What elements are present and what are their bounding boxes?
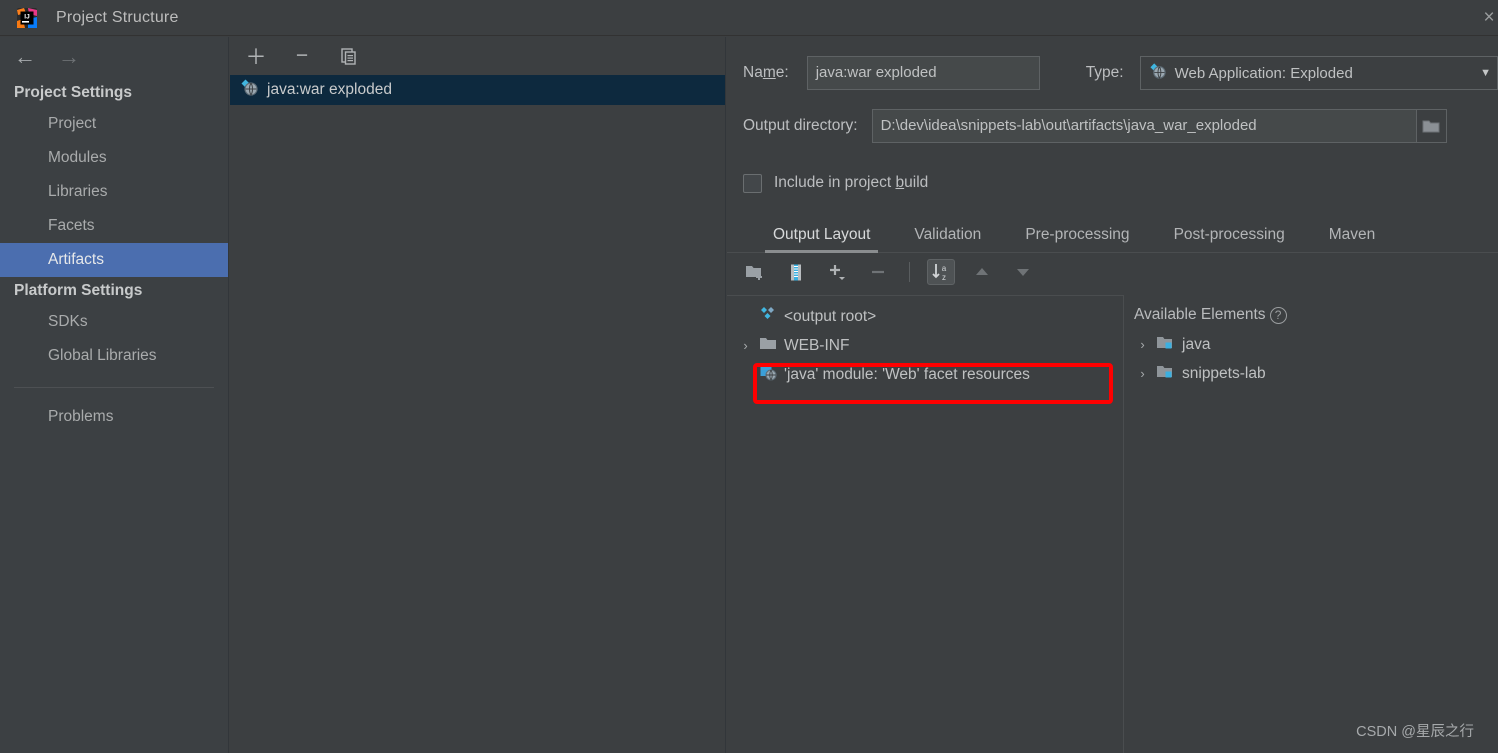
plus-dropdown-icon[interactable]: [823, 259, 851, 285]
tree-row-label: WEB-INF: [784, 336, 850, 354]
artifact-tabs: Output Layout Validation Pre-processing …: [727, 217, 1498, 253]
tree-row-label: snippets-lab: [1182, 364, 1266, 382]
sidebar-item-libraries[interactable]: Libraries: [0, 175, 228, 209]
artifact-type-select[interactable]: Web Application: Exploded ▼: [1139, 56, 1498, 90]
tab-maven[interactable]: Maven: [1307, 226, 1398, 252]
new-folder-icon[interactable]: [741, 259, 769, 285]
module-icon: [1156, 334, 1175, 356]
tree-row[interactable]: › WEB-INF: [727, 331, 1123, 360]
chevron-right-icon[interactable]: ›: [1136, 337, 1149, 352]
include-in-project-build-label: Include in project build: [774, 174, 929, 191]
chevron-right-icon[interactable]: ›: [1136, 366, 1149, 381]
chevron-right-icon[interactable]: ›: [739, 338, 752, 353]
available-elements-title: Available Elements ?: [1124, 295, 1498, 324]
tree-row[interactable]: › <output root>: [727, 302, 1123, 331]
watermark: CSDN @星辰之行: [1356, 724, 1474, 740]
sort-az-icon[interactable]: a z: [927, 259, 955, 285]
close-icon[interactable]: ×: [1474, 8, 1498, 28]
chevron-right-icon: ›: [739, 309, 752, 324]
sidebar-item-sdks[interactable]: SDKs: [0, 305, 228, 339]
tree-row[interactable]: › java: [1124, 330, 1498, 359]
svg-text:IJ: IJ: [24, 13, 30, 20]
web-application-icon: [1149, 62, 1167, 84]
artifact-type-value: Web Application: Exploded: [1174, 64, 1353, 82]
window-title: Project Structure: [56, 8, 179, 26]
add-artifact-button[interactable]: ＋: [242, 43, 270, 69]
svg-text:z: z: [942, 273, 946, 282]
tree-row[interactable]: › snippets-lab: [1124, 359, 1498, 388]
settings-sidebar: ← → Project Settings Project Modules Lib…: [0, 37, 229, 753]
tree-row-label: <output root>: [784, 307, 877, 325]
forward-arrow-icon[interactable]: →: [56, 45, 82, 71]
sidebar-item-modules[interactable]: Modules: [0, 141, 228, 175]
minus-icon: [864, 259, 892, 285]
name-label: Name:: [743, 64, 789, 81]
sidebar-nav: ← →: [0, 37, 228, 79]
available-elements-label: Available Elements: [1134, 306, 1266, 323]
output-layout-tree: › <output root> › WEB-INF: [727, 295, 1123, 753]
arrow-down-icon: [1009, 259, 1037, 285]
list-item[interactable]: java:war exploded: [230, 75, 725, 105]
tab-pre-processing[interactable]: Pre-processing: [1003, 226, 1151, 252]
folder-icon: [759, 335, 777, 356]
sidebar-item-project[interactable]: Project: [0, 107, 228, 141]
sidebar-divider: [14, 387, 214, 388]
artifacts-list-panel: ＋ − java:war exploded: [230, 37, 726, 753]
tree-row-label: java: [1182, 335, 1211, 353]
window-titlebar: IJ Project Structure ×: [0, 0, 1498, 36]
sidebar-item-global-libraries[interactable]: Global Libraries: [0, 339, 228, 373]
type-label: Type:: [1085, 64, 1124, 81]
tab-post-processing[interactable]: Post-processing: [1152, 226, 1307, 252]
artifact-root-icon: [759, 305, 777, 328]
artifact-detail-panel: Name: java:war exploded Type: Web Applic…: [727, 37, 1498, 753]
toolbar-divider: [909, 262, 910, 282]
chevron-down-icon[interactable]: ▼: [1480, 67, 1491, 79]
output-directory-input[interactable]: D:\dev\idea\snippets-lab\out\artifacts\j…: [871, 109, 1417, 143]
chevron-right-icon: ›: [739, 367, 752, 382]
help-icon[interactable]: ?: [1269, 306, 1287, 324]
name-type-row: Name: java:war exploded Type: Web Applic…: [727, 56, 1498, 90]
sidebar-item-problems[interactable]: Problems: [0, 400, 228, 434]
tree-row-label: 'java' module: 'Web' facet resources: [784, 365, 1030, 383]
include-in-project-build-row[interactable]: Include in project build: [727, 171, 1498, 195]
layout-panes: › <output root> › WEB-INF: [727, 295, 1498, 753]
output-layout-toolbar: a z: [727, 253, 1498, 291]
back-arrow-icon[interactable]: ←: [12, 45, 38, 71]
remove-artifact-button[interactable]: −: [288, 43, 316, 69]
tab-validation[interactable]: Validation: [892, 226, 1003, 252]
arrow-up-icon: [968, 259, 996, 285]
tab-output-layout[interactable]: Output Layout: [751, 226, 892, 253]
artifact-name-input[interactable]: java:war exploded: [806, 56, 1040, 90]
tree-row[interactable]: › 'java' module: 'Web' facet resources: [727, 360, 1123, 389]
include-in-project-build-checkbox[interactable]: [743, 173, 762, 193]
sidebar-item-facets[interactable]: Facets: [0, 209, 228, 243]
output-directory-row: Output directory: D:\dev\idea\snippets-l…: [727, 109, 1498, 143]
output-directory-label: Output directory:: [743, 117, 858, 134]
intellij-idea-logo-icon: IJ: [16, 7, 38, 29]
archive-zip-icon[interactable]: [782, 259, 810, 285]
copy-artifact-icon[interactable]: [334, 43, 362, 69]
module-icon: [1156, 363, 1175, 385]
artifacts-list-toolbar: ＋ −: [230, 37, 725, 75]
sidebar-item-artifacts[interactable]: Artifacts: [0, 243, 228, 277]
web-application-icon: [240, 78, 259, 102]
folder-browse-icon[interactable]: [1416, 109, 1447, 143]
web-facet-resources-icon: [759, 363, 777, 386]
list-item-label: java:war exploded: [267, 81, 392, 98]
available-elements-panel: Available Elements ? › java › snippets-l…: [1123, 295, 1498, 753]
sidebar-group-platform-settings: Platform Settings: [14, 282, 143, 299]
sidebar-group-project-settings: Project Settings: [14, 84, 132, 101]
svg-text:a: a: [942, 264, 947, 273]
